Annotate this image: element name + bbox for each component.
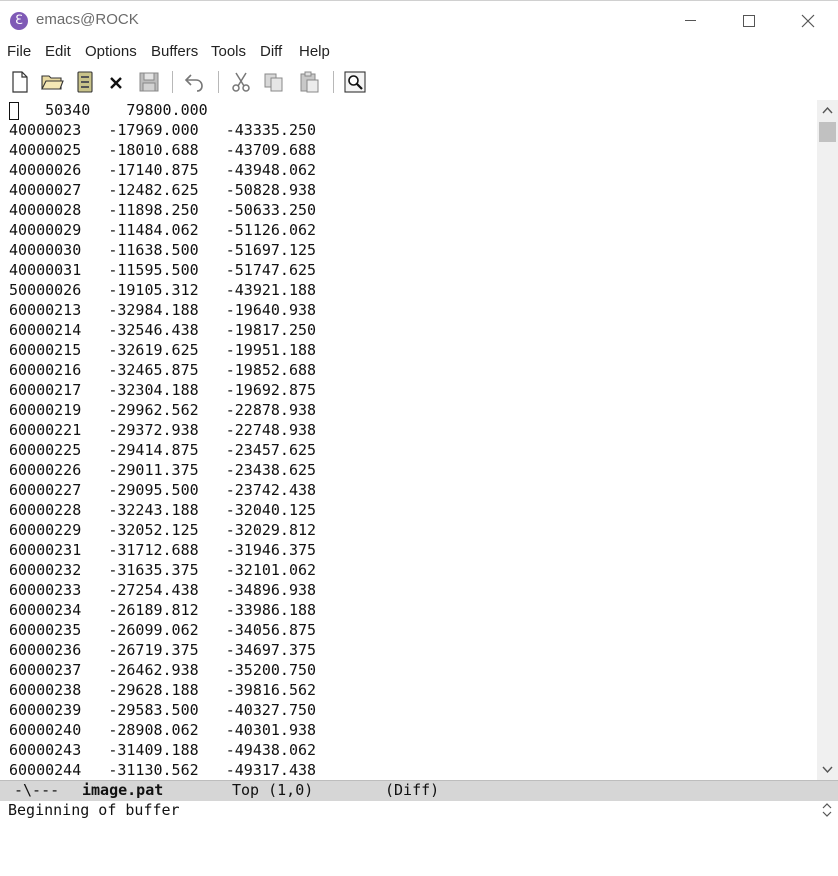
- emacs-icon: ℇ: [10, 12, 28, 30]
- close-window-button[interactable]: [779, 1, 837, 41]
- buffer-line: 60000243 -31409.188 -49438.062: [9, 741, 317, 759]
- editor-buffer[interactable]: 50340 79800.000 40000023 -17969.000 -4333…: [0, 100, 817, 780]
- toolbar-separator: [172, 71, 173, 93]
- buffer-line: 50000026 -19105.312 -43921.188: [9, 281, 317, 299]
- cut-button[interactable]: [229, 70, 253, 94]
- toolbar-separator: [218, 71, 219, 93]
- dired-button[interactable]: [73, 70, 97, 94]
- undo-icon: [184, 74, 203, 92]
- buffer-line: 60000228 -32243.188 -32040.125: [9, 501, 317, 519]
- vertical-scrollbar[interactable]: [817, 100, 838, 780]
- maximize-button[interactable]: [720, 1, 778, 41]
- buffer-line: 60000221 -29372.938 -22748.938: [9, 421, 317, 439]
- buffer-line: 60000215 -32619.625 -19951.188: [9, 341, 317, 359]
- buffer-line: 60000227 -29095.500 -23742.438: [9, 481, 317, 499]
- buffer-line: 40000026 -17140.875 -43948.062: [9, 161, 317, 179]
- buffer-line: 60000237 -26462.938 -35200.750: [9, 661, 317, 679]
- scroll-up-icon[interactable]: [822, 105, 833, 116]
- buffer-line: 60000234 -26189.812 -33986.188: [9, 601, 317, 619]
- copy-button[interactable]: [262, 70, 286, 94]
- search-button[interactable]: [343, 70, 367, 94]
- buffer-line: 60000219 -29962.562 -22878.938: [9, 401, 317, 419]
- minibuffer-scroll-icon: [822, 803, 832, 817]
- mode-line: -\--- image.pat Top (1,0) (Diff): [0, 780, 838, 801]
- menu-file[interactable]: File: [7, 43, 31, 60]
- copy-icon: [264, 73, 283, 92]
- save-button[interactable]: [137, 70, 161, 94]
- scroll-down-icon[interactable]: [822, 764, 833, 775]
- minimize-button[interactable]: [662, 1, 720, 41]
- buffer-line: 40000030 -11638.500 -51697.125: [9, 241, 317, 259]
- buffer-line: 60000213 -32984.188 -19640.938: [9, 301, 317, 319]
- close-icon: [110, 77, 122, 89]
- menu-help[interactable]: Help: [299, 43, 330, 60]
- close-buffer-button[interactable]: [104, 70, 128, 94]
- buffer-line: 60000235 -26099.062 -34056.875: [9, 621, 317, 639]
- scrollbar-thumb[interactable]: [819, 122, 836, 142]
- buffer-line: 60000244 -31130.562 -49317.438: [9, 761, 317, 779]
- window-title: emacs@ROCK: [36, 11, 139, 28]
- toolbar: [0, 64, 838, 101]
- menu-tools[interactable]: Tools: [211, 43, 246, 60]
- close-icon: [801, 14, 815, 28]
- menu-edit[interactable]: Edit: [45, 43, 71, 60]
- buffer-line: 50340 79800.000: [9, 101, 208, 119]
- buffer-line: 60000229 -32052.125 -32029.812: [9, 521, 317, 539]
- menu-buffers[interactable]: Buffers: [151, 43, 198, 60]
- modeline-position: Top (1,0): [232, 781, 314, 799]
- buffer-line: 60000216 -32465.875 -19852.688: [9, 361, 317, 379]
- modeline-buffer-name[interactable]: image.pat: [82, 781, 163, 800]
- buffer-line: 60000233 -27254.438 -34896.938: [9, 581, 317, 599]
- modeline-major-mode[interactable]: (Diff): [385, 781, 439, 800]
- buffer-line: 40000028 -11898.250 -50633.250: [9, 201, 317, 219]
- paste-button[interactable]: [297, 70, 321, 94]
- modeline-status: -\---: [14, 781, 60, 799]
- open-file-button[interactable]: [40, 70, 64, 94]
- open-directory-icon: [77, 71, 93, 93]
- paste-icon: [300, 71, 319, 93]
- buffer-line: 60000240 -28908.062 -40301.938: [9, 721, 317, 739]
- buffer-line: 60000238 -29628.188 -39816.562: [9, 681, 317, 699]
- buffer-line: 60000231 -31712.688 -31946.375: [9, 541, 317, 559]
- title-bar: ℇ emacs@ROCK: [0, 0, 838, 41]
- save-icon: [139, 72, 159, 92]
- buffer-line: 60000217 -32304.188 -19692.875: [9, 381, 317, 399]
- minimize-icon: [685, 20, 696, 21]
- maximize-icon: [743, 15, 755, 27]
- minibuffer[interactable]: Beginning of buffer: [0, 800, 838, 820]
- new-file-icon: [12, 71, 28, 93]
- buffer-line: 60000225 -29414.875 -23457.625: [9, 441, 317, 459]
- toolbar-separator: [333, 71, 334, 93]
- echo-area-message: Beginning of buffer: [8, 801, 180, 819]
- cut-icon: [232, 72, 250, 92]
- buffer-line: 60000214 -32546.438 -19817.250: [9, 321, 317, 339]
- menu-options[interactable]: Options: [85, 43, 137, 60]
- buffer-line: 60000226 -29011.375 -23438.625: [9, 461, 317, 479]
- open-folder-icon: [41, 75, 64, 90]
- menu-bar: File Edit Options Buffers Tools Diff Hel…: [0, 40, 838, 64]
- buffer-line: 40000023 -17969.000 -43335.250: [9, 121, 317, 139]
- buffer-line: 40000029 -11484.062 -51126.062: [9, 221, 317, 239]
- undo-button[interactable]: [183, 70, 207, 94]
- buffer-line: 40000031 -11595.500 -51747.625: [9, 261, 317, 279]
- buffer-line: 40000025 -18010.688 -43709.688: [9, 141, 317, 159]
- menu-diff[interactable]: Diff: [260, 43, 282, 60]
- new-file-button[interactable]: [8, 70, 32, 94]
- buffer-line: 60000239 -29583.500 -40327.750: [9, 701, 317, 719]
- search-icon: [344, 71, 366, 93]
- buffer-line: 60000232 -31635.375 -32101.062: [9, 561, 317, 579]
- buffer-line: 60000236 -26719.375 -34697.375: [9, 641, 317, 659]
- buffer-line: 40000027 -12482.625 -50828.938: [9, 181, 317, 199]
